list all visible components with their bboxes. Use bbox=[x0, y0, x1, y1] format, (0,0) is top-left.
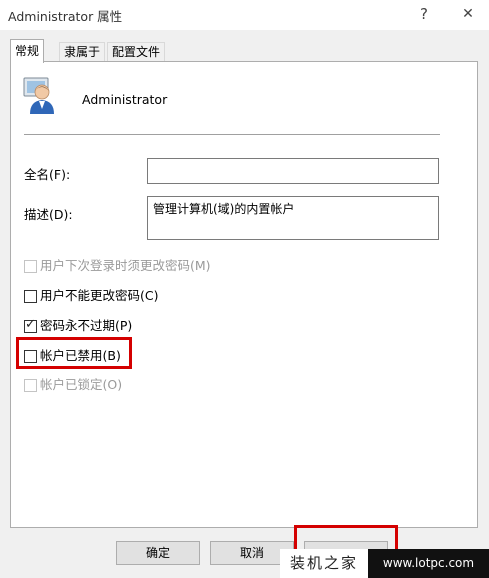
checkbox-label: 帐户已锁定(O) bbox=[40, 377, 123, 392]
checkbox-box[interactable]: ✓ bbox=[24, 317, 37, 333]
title-bar: Administrator 属性 ? ✕ bbox=[0, 0, 489, 30]
full-name-label: 全名(F): bbox=[24, 167, 71, 182]
description-input[interactable]: 管理计算机(域)的内置帐户 bbox=[147, 196, 439, 240]
ok-button[interactable]: 确定 bbox=[116, 541, 200, 565]
full-name-input[interactable] bbox=[147, 158, 439, 184]
close-button[interactable]: ✕ bbox=[452, 2, 484, 26]
tab-general[interactable]: 常规 bbox=[10, 39, 45, 63]
watermark: 装机之家 www.lotpc.com bbox=[280, 549, 489, 578]
checkbox-box[interactable] bbox=[24, 379, 37, 392]
account-name: Administrator bbox=[82, 92, 168, 107]
description-label: 描述(D): bbox=[24, 207, 73, 222]
checkbox-label: 密码永不过期(P) bbox=[40, 318, 133, 333]
user-account-icon bbox=[23, 77, 54, 114]
tab-profile[interactable]: 配置文件 bbox=[107, 42, 166, 62]
tab-member-of[interactable]: 隶属于 bbox=[59, 42, 106, 62]
checkbox-box[interactable] bbox=[24, 260, 37, 273]
checkbox-label: 用户不能更改密码(C) bbox=[40, 288, 159, 303]
checkbox-box[interactable] bbox=[24, 290, 37, 303]
watermark-url: www.lotpc.com bbox=[368, 549, 489, 578]
separator bbox=[24, 134, 440, 135]
window-title: Administrator 属性 bbox=[8, 9, 123, 24]
help-button[interactable]: ? bbox=[408, 2, 440, 26]
checkmark-icon: ✓ bbox=[25, 317, 36, 332]
checkbox-label: 用户下次登录时须更改密码(M) bbox=[40, 258, 211, 273]
watermark-site-name: 装机之家 bbox=[280, 549, 368, 578]
highlight-box bbox=[16, 337, 132, 369]
